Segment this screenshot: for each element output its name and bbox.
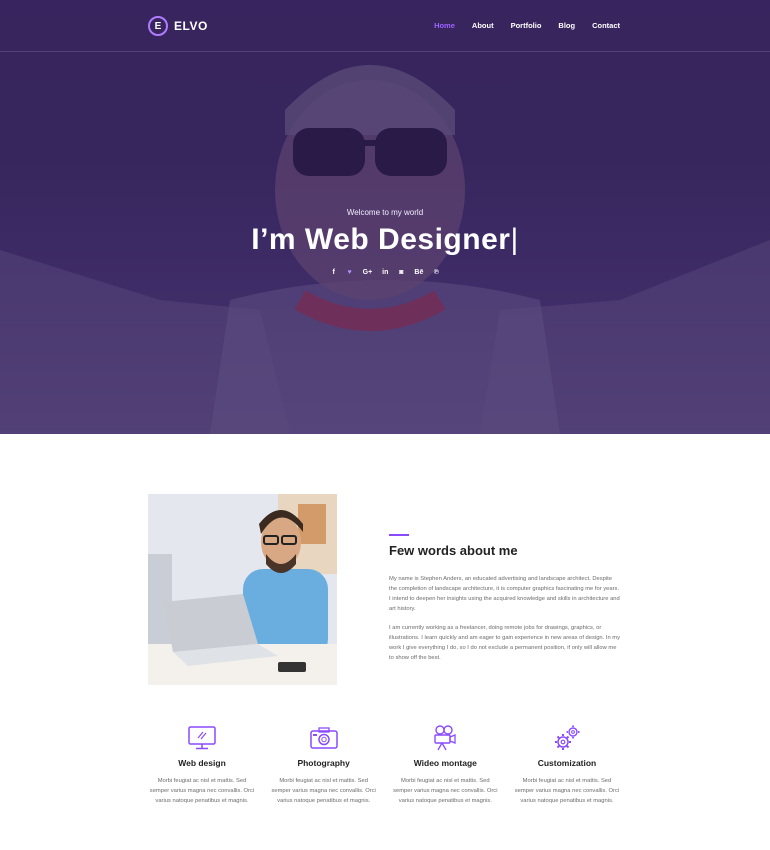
about-accent-line: [389, 534, 409, 536]
service-description: Morbi feugiat ac nisl et mattis. Sed sem…: [393, 778, 498, 804]
services-section: Web design Morbi feugiat ac nisl et matt…: [148, 724, 621, 806]
nav-about[interactable]: About: [472, 21, 494, 30]
hero-headline: I’m Web Designer|: [0, 223, 770, 257]
camera-icon: [270, 724, 378, 752]
service-description: Morbi feugiat ac nisl et mattis. Sed sem…: [149, 778, 255, 804]
service-title: Wideo montage: [413, 758, 477, 768]
pinterest-icon[interactable]: ℗: [433, 269, 439, 276]
about-photo: [148, 494, 337, 685]
nav-contact[interactable]: Contact: [592, 21, 620, 30]
service-web-design: Web design Morbi feugiat ac nisl et matt…: [148, 724, 256, 806]
service-description: Morbi feugiat ac nisl et mattis. Sed sem…: [271, 778, 376, 804]
service-title: Customization: [537, 758, 597, 768]
nav-blog[interactable]: Blog: [558, 21, 575, 30]
service-description: Morbi feugiat ac nisl et mattis. Sed sem…: [514, 778, 620, 804]
top-navbar: E ELVO Home About Portfolio Blog Contact: [0, 0, 770, 52]
service-title: Web design: [178, 758, 226, 768]
service-title: Photography: [297, 758, 350, 768]
service-video-montage: Wideo montage Morbi feugiat ac nisl et m…: [391, 724, 499, 806]
twitter-icon[interactable]: ♥: [347, 269, 353, 276]
google-plus-icon[interactable]: G+: [363, 269, 373, 276]
instagram-icon[interactable]: ◙: [398, 269, 404, 276]
designer-at-laptop-image: [148, 494, 337, 685]
facebook-icon[interactable]: f: [331, 269, 337, 276]
behance-icon[interactable]: Bē: [414, 269, 423, 276]
about-title: Few words about me: [389, 543, 518, 558]
main-menu: Home About Portfolio Blog Contact: [434, 21, 620, 30]
about-paragraph-2: I am currently working as a freelancer, …: [389, 625, 621, 661]
logo-text: ELVO: [174, 19, 208, 33]
logo-badge: E: [148, 16, 168, 36]
typing-cursor: |: [510, 223, 519, 256]
about-text-block: Few words about me My name is Stephen An…: [389, 534, 621, 672]
hero-section: E ELVO Home About Portfolio Blog Contact…: [0, 0, 770, 434]
nav-portfolio[interactable]: Portfolio: [511, 21, 542, 30]
hero-welcome: Welcome to my world: [346, 208, 424, 217]
site-logo[interactable]: E ELVO: [148, 16, 208, 36]
video-camera-icon: [391, 724, 499, 752]
linkedin-icon[interactable]: in: [382, 269, 388, 276]
hero-content: Welcome to my world I’m Web Designer| f …: [0, 208, 770, 276]
monitor-icon: [148, 724, 256, 752]
gears-icon: [513, 724, 621, 752]
service-photography: Photography Morbi feugiat ac nisl et mat…: [270, 724, 378, 806]
about-paragraph-1: My name is Stephen Anders, an educated a…: [389, 576, 620, 612]
social-links: f ♥ G+ in ◙ Bē ℗: [0, 269, 770, 276]
hero-headline-text: I’m Web Designer: [251, 223, 511, 256]
nav-home[interactable]: Home: [434, 21, 455, 30]
service-customization: Customization Morbi feugiat ac nisl et m…: [513, 724, 621, 806]
about-section: Few words about me My name is Stephen An…: [148, 494, 623, 686]
